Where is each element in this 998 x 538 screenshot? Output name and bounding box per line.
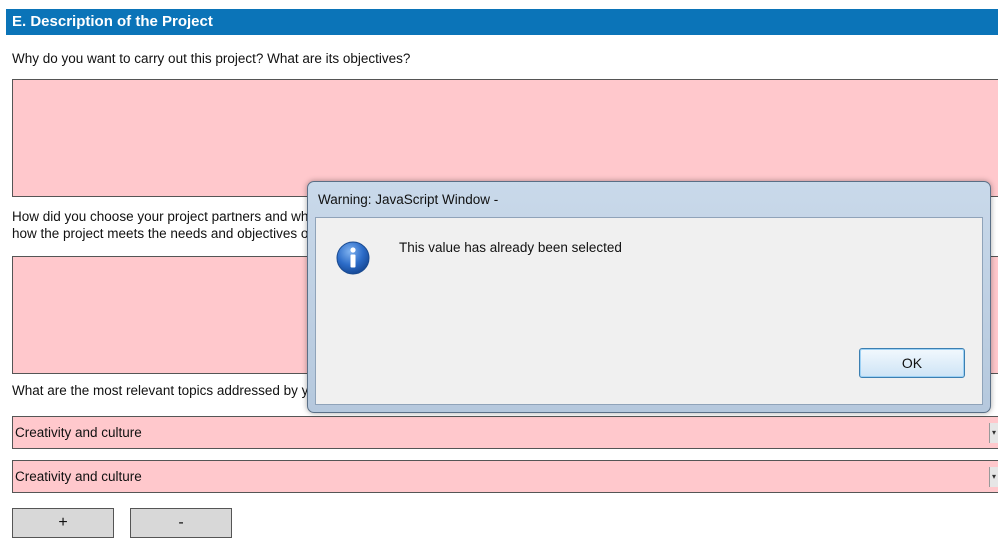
topic-select-2[interactable]: Creativity and culture ▾ <box>12 460 998 493</box>
topic-select-2-value: Creativity and culture <box>15 469 142 484</box>
dialog-message: This value has already been selected <box>399 240 622 255</box>
objectives-textbox[interactable] <box>12 79 998 197</box>
dropdown-arrow-icon[interactable]: ▾ <box>989 467 998 487</box>
dialog-body: This value has already been selected OK <box>315 217 983 405</box>
section-header: E. Description of the Project <box>6 9 998 35</box>
dropdown-arrow-icon[interactable]: ▾ <box>989 423 998 443</box>
ok-button[interactable]: OK <box>859 348 965 378</box>
info-icon <box>336 241 370 275</box>
topic-select-1-value: Creativity and culture <box>15 425 142 440</box>
dialog-title: Warning: JavaScript Window - <box>318 192 499 207</box>
question-objectives: Why do you want to carry out this projec… <box>12 51 411 66</box>
warning-dialog: Warning: JavaScript Window - This value … <box>307 181 991 413</box>
topic-select-1[interactable]: Creativity and culture ▾ <box>12 416 998 449</box>
